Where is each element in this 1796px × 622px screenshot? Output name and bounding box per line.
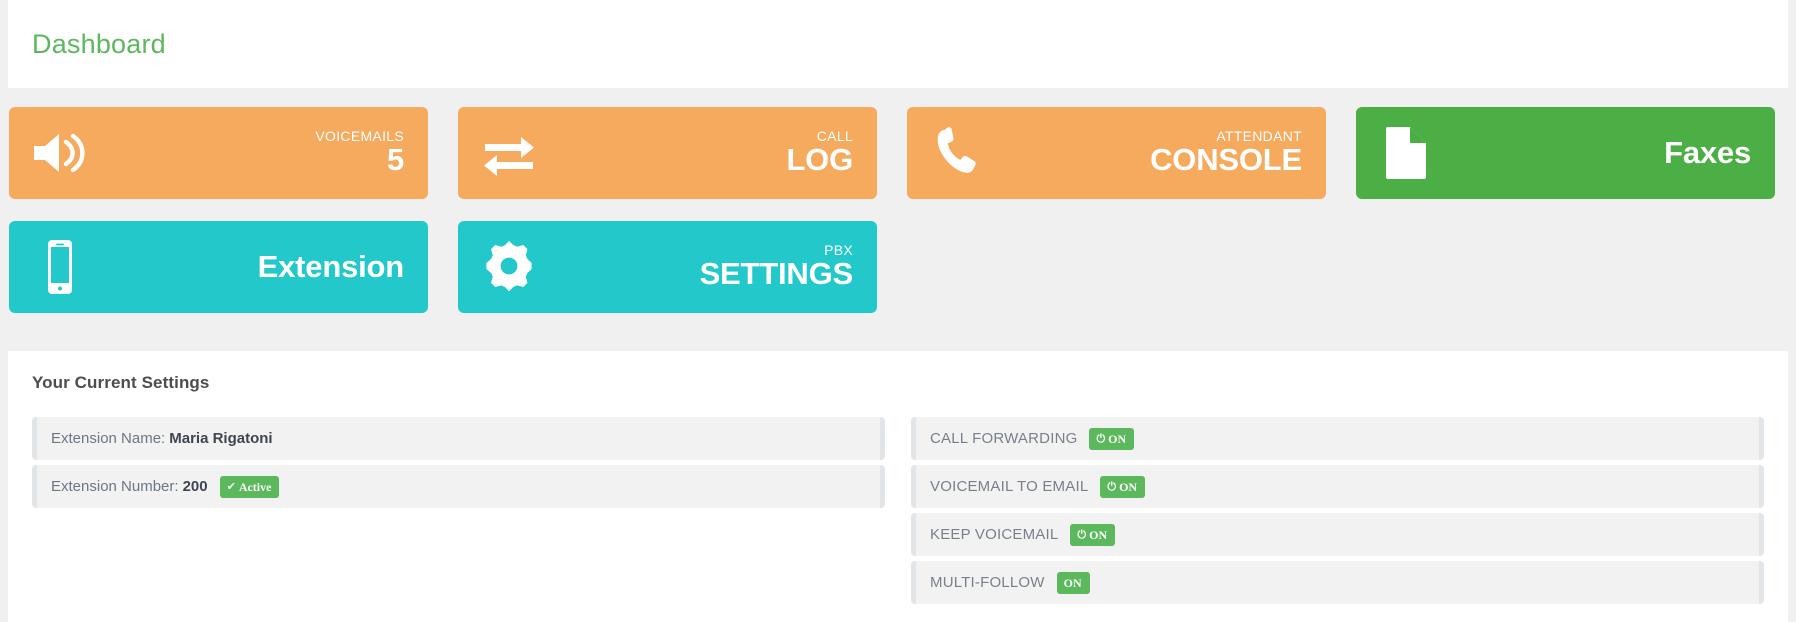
toggle-badge-label: ON [1119, 479, 1138, 494]
power-icon: ⏻ [1107, 480, 1117, 493]
page-title: Dashboard [32, 28, 166, 59]
setting-label: CALL FORWARDING [930, 430, 1078, 447]
setting-value: 200 [182, 478, 208, 495]
tile-text: PBX SETTINGS [542, 241, 855, 292]
tile-text: CALL LOG [542, 127, 855, 178]
tile-subtitle: ATTENDANT [1216, 127, 1302, 144]
setting-label: KEEP VOICEMAIL [930, 526, 1059, 543]
tile-subtitle: VOICEMAILS [315, 127, 404, 144]
tile-main-label: CONSOLE [1150, 142, 1302, 178]
power-icon: ⏻ [1077, 528, 1087, 541]
tile-subtitle: PBX [824, 241, 853, 258]
status-badge-active[interactable]: ✔ Active [219, 475, 280, 498]
setting-label: Extension Number: [51, 478, 179, 495]
toggle-badge-call-forwarding[interactable]: ⏻ ON [1089, 427, 1135, 450]
tile-faxes[interactable]: Faxes [1356, 107, 1775, 199]
setting-label: VOICEMAIL TO EMAIL [930, 478, 1089, 495]
panel-columns: Extension Name: Maria Rigatoni Extension… [32, 417, 1764, 609]
toggle-badge-keep-voicemail[interactable]: ⏻ ON [1070, 523, 1116, 546]
setting-row-keep-voicemail[interactable]: KEEP VOICEMAIL ⏻ ON [911, 513, 1764, 556]
tile-subtitle: CALL [816, 127, 853, 144]
current-settings-panel: Your Current Settings Extension Name: Ma… [8, 351, 1788, 622]
setting-row-extension-number[interactable]: Extension Number: 200 ✔ Active [32, 465, 885, 508]
tile-text: ATTENDANT CONSOLE [991, 127, 1304, 178]
check-icon: ✔ [226, 480, 236, 493]
tile-main-label: 5 [386, 142, 404, 178]
setting-label: Extension Name: [51, 430, 166, 447]
tile-extension[interactable]: Extension [9, 221, 428, 313]
tile-attendant-console[interactable]: ATTENDANT CONSOLE [907, 107, 1326, 199]
toggle-badge-multi-follow[interactable]: ON [1056, 571, 1090, 594]
volume-up-icon [27, 120, 93, 186]
tile-call-log[interactable]: CALL LOG [458, 107, 877, 199]
panel-column-left: Extension Name: Maria Rigatoni Extension… [32, 417, 885, 609]
gear-icon [476, 234, 542, 300]
tile-text: VOICEMAILS 5 [93, 127, 406, 178]
file-document-icon [1374, 120, 1440, 186]
panel-title: Your Current Settings [32, 373, 210, 392]
tile-text: Extension [93, 250, 406, 284]
power-icon: ⏻ [1096, 432, 1106, 445]
setting-row-extension-name[interactable]: Extension Name: Maria Rigatoni [32, 417, 885, 460]
mobile-phone-icon [27, 234, 93, 300]
tile-grid: VOICEMAILS 5 CALL LOG ATTENDANT CONSOLE … [8, 107, 1788, 335]
toggle-badge-label: ON [1108, 431, 1127, 446]
tile-pbx-settings[interactable]: PBX SETTINGS [458, 221, 877, 313]
setting-value: Maria Rigatoni [169, 430, 273, 447]
tile-voicemails[interactable]: VOICEMAILS 5 [9, 107, 428, 199]
tile-main-label: LOG [786, 142, 853, 178]
page-header: Dashboard [8, 0, 1788, 88]
setting-row-multi-follow[interactable]: MULTI-FOLLOW ON [911, 561, 1764, 604]
tile-main-label: Faxes [1664, 135, 1751, 171]
toggle-badge-voicemail-to-email[interactable]: ⏻ ON [1100, 475, 1146, 498]
tile-main-label: Extension [257, 249, 405, 285]
tile-main-label: SETTINGS [699, 256, 854, 292]
panel-column-right: CALL FORWARDING ⏻ ON VOICEMAIL TO EMAIL … [911, 417, 1764, 609]
setting-row-voicemail-to-email[interactable]: VOICEMAIL TO EMAIL ⏻ ON [911, 465, 1764, 508]
setting-label: MULTI-FOLLOW [930, 574, 1045, 591]
toggle-badge-label: ON [1063, 575, 1082, 590]
status-badge-label: Active [238, 479, 272, 494]
toggle-badge-label: ON [1089, 527, 1108, 542]
setting-row-call-forwarding[interactable]: CALL FORWARDING ⏻ ON [911, 417, 1764, 460]
tile-text: Faxes [1440, 136, 1753, 170]
exchange-arrows-icon [476, 120, 542, 186]
dashboard-page: Dashboard VOICEMAILS 5 CALL LOG ATTENDAN… [0, 0, 1796, 622]
phone-handset-icon [925, 120, 991, 186]
